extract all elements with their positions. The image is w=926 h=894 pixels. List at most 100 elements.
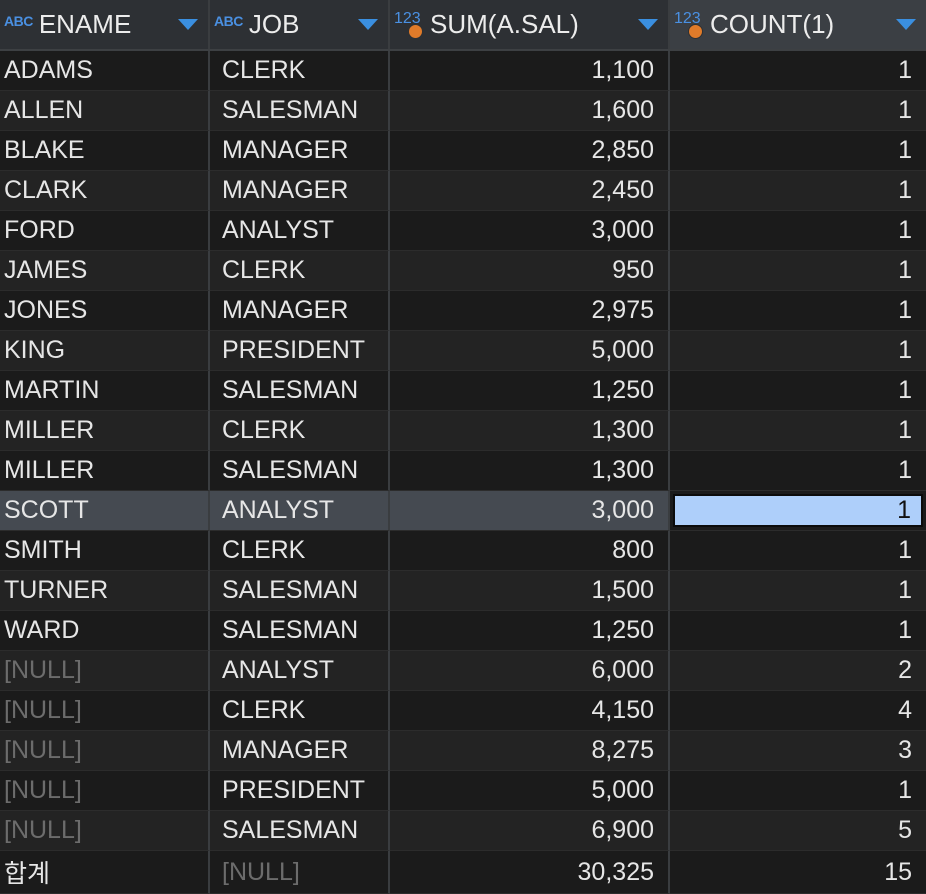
cell-count[interactable]: 1 [670,331,926,371]
cell-ename[interactable]: TURNER [0,571,210,611]
table-row[interactable]: SCOTT ANALYST 3,000 1 [0,491,926,531]
cell-ename[interactable]: BLAKE [0,131,210,171]
cell-job[interactable]: SALESMAN [210,571,390,611]
cell-ename[interactable]: [NULL] [0,811,210,851]
table-row[interactable]: [NULL] SALESMAN 6,900 5 [0,811,926,851]
cell-job[interactable]: SALESMAN [210,811,390,851]
cell-sum-sal[interactable]: 1,600 [390,91,670,131]
column-header-sum-sal[interactable]: 123 SUM(A.SAL) [390,0,670,49]
cell-sum-sal[interactable]: 2,975 [390,291,670,331]
cell-job[interactable]: CLERK [210,51,390,91]
cell-count[interactable]: 1 [670,131,926,171]
cell-sum-sal[interactable]: 3,000 [390,491,670,531]
table-row[interactable]: CLARK MANAGER 2,450 1 [0,171,926,211]
cell-count[interactable]: 1 [670,491,926,531]
cell-sum-sal[interactable]: 5,000 [390,771,670,811]
cell-count[interactable]: 4 [670,691,926,731]
cell-sum-sal[interactable]: 1,250 [390,371,670,411]
table-row[interactable]: SMITH CLERK 800 1 [0,531,926,571]
column-filter-dropdown-icon[interactable] [178,19,198,30]
cell-count[interactable]: 1 [670,371,926,411]
table-row[interactable]: KING PRESIDENT 5,000 1 [0,331,926,371]
cell-job[interactable]: SALESMAN [210,611,390,651]
cell-ename[interactable]: KING [0,331,210,371]
cell-ename[interactable]: MARTIN [0,371,210,411]
table-row[interactable]: ALLEN SALESMAN 1,600 1 [0,91,926,131]
cell-count[interactable]: 1 [670,51,926,91]
cell-sum-sal[interactable]: 1,300 [390,411,670,451]
cell-count[interactable]: 1 [670,771,926,811]
cell-job[interactable]: ANALYST [210,491,390,531]
cell-count[interactable]: 15 [670,851,926,894]
cell-job[interactable]: ANALYST [210,211,390,251]
cell-count[interactable]: 1 [670,531,926,571]
cell-count[interactable]: 1 [670,611,926,651]
cell-ename[interactable]: ADAMS [0,51,210,91]
table-row[interactable]: ADAMS CLERK 1,100 1 [0,51,926,91]
cell-job[interactable]: CLERK [210,691,390,731]
cell-count[interactable]: 1 [670,171,926,211]
cell-ename[interactable]: CLARK [0,171,210,211]
cell-job[interactable]: PRESIDENT [210,771,390,811]
cell-job[interactable]: MANAGER [210,731,390,771]
cell-count[interactable]: 1 [670,571,926,611]
cell-sum-sal[interactable]: 2,450 [390,171,670,211]
cell-count[interactable]: 1 [670,251,926,291]
table-row[interactable]: [NULL] MANAGER 8,275 3 [0,731,926,771]
table-row[interactable]: TURNER SALESMAN 1,500 1 [0,571,926,611]
cell-job[interactable]: ANALYST [210,651,390,691]
table-row[interactable]: JONES MANAGER 2,975 1 [0,291,926,331]
cell-ename[interactable]: [NULL] [0,691,210,731]
cell-sum-sal[interactable]: 2,850 [390,131,670,171]
cell-sum-sal[interactable]: 3,000 [390,211,670,251]
cell-ename[interactable]: JAMES [0,251,210,291]
table-row[interactable]: MILLER CLERK 1,300 1 [0,411,926,451]
column-header-count[interactable]: 123 COUNT(1) [670,0,926,49]
cell-job[interactable]: SALESMAN [210,451,390,491]
cell-count[interactable]: 1 [670,291,926,331]
cell-job[interactable]: CLERK [210,251,390,291]
cell-job[interactable]: SALESMAN [210,371,390,411]
focused-cell-box[interactable]: 1 [673,494,923,527]
cell-ename[interactable]: 합계 [0,851,210,894]
cell-sum-sal[interactable]: 1,500 [390,571,670,611]
table-row[interactable]: FORD ANALYST 3,000 1 [0,211,926,251]
cell-ename[interactable]: ALLEN [0,91,210,131]
cell-sum-sal[interactable]: 1,100 [390,51,670,91]
cell-ename[interactable]: JONES [0,291,210,331]
column-filter-dropdown-icon[interactable] [896,19,916,30]
cell-ename[interactable]: [NULL] [0,771,210,811]
cell-ename[interactable]: [NULL] [0,651,210,691]
cell-count[interactable]: 1 [670,91,926,131]
cell-job[interactable]: PRESIDENT [210,331,390,371]
table-row[interactable]: [NULL] ANALYST 6,000 2 [0,651,926,691]
cell-count[interactable]: 1 [670,211,926,251]
cell-job[interactable]: MANAGER [210,131,390,171]
cell-ename[interactable]: SMITH [0,531,210,571]
cell-ename[interactable]: MILLER [0,411,210,451]
cell-sum-sal[interactable]: 8,275 [390,731,670,771]
cell-sum-sal[interactable]: 5,000 [390,331,670,371]
table-row[interactable]: WARD SALESMAN 1,250 1 [0,611,926,651]
cell-count[interactable]: 1 [670,411,926,451]
cell-sum-sal[interactable]: 1,250 [390,611,670,651]
cell-ename[interactable]: [NULL] [0,731,210,771]
cell-job[interactable]: [NULL] [210,851,390,894]
column-filter-dropdown-icon[interactable] [358,19,378,30]
table-row[interactable]: MILLER SALESMAN 1,300 1 [0,451,926,491]
cell-ename[interactable]: SCOTT [0,491,210,531]
cell-sum-sal[interactable]: 6,000 [390,651,670,691]
total-row[interactable]: 합계 [NULL] 30,325 15 [0,851,926,894]
cell-sum-sal[interactable]: 6,900 [390,811,670,851]
table-row[interactable]: BLAKE MANAGER 2,850 1 [0,131,926,171]
column-header-ename[interactable]: ABC ENAME [0,0,210,49]
cell-sum-sal[interactable]: 30,325 [390,851,670,894]
column-header-job[interactable]: ABC JOB [210,0,390,49]
cell-count[interactable]: 1 [670,451,926,491]
cell-ename[interactable]: MILLER [0,451,210,491]
cell-sum-sal[interactable]: 1,300 [390,451,670,491]
cell-count[interactable]: 3 [670,731,926,771]
cell-sum-sal[interactable]: 800 [390,531,670,571]
column-filter-dropdown-icon[interactable] [638,19,658,30]
cell-job[interactable]: MANAGER [210,171,390,211]
